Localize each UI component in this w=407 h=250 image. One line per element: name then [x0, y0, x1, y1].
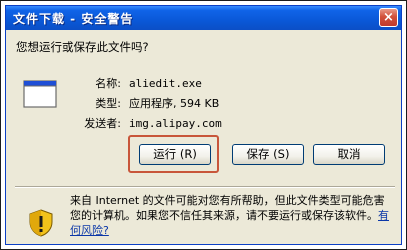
- file-from-row: 发送者: img.alipay.com: [81, 115, 222, 131]
- security-shield-icon: [29, 209, 53, 237]
- file-name-row: 名称: aliedit.exe: [81, 75, 202, 91]
- file-from-value: img.alipay.com: [129, 117, 222, 130]
- file-type-row: 类型: 应用程序, 594 KB: [81, 95, 219, 111]
- close-icon: ×: [383, 10, 394, 25]
- screenshot-frame: 文件下载 - 安全警告 × 您想运行或保存此文件吗? 名称: aliedit.ex…: [0, 0, 407, 250]
- cancel-button[interactable]: 取消: [313, 144, 385, 165]
- file-name-value: aliedit.exe: [129, 77, 202, 90]
- file-download-dialog: 文件下载 - 安全警告 × 您想运行或保存此文件吗? 名称: aliedit.ex…: [5, 5, 402, 245]
- file-type-label: 类型:: [95, 97, 121, 110]
- dialog-title: 文件下载 - 安全警告: [13, 12, 134, 26]
- close-button[interactable]: ×: [379, 8, 398, 27]
- file-from-label: 发送者:: [84, 117, 121, 130]
- file-name-label: 名称:: [95, 77, 121, 90]
- title-bar[interactable]: 文件下载 - 安全警告 ×: [6, 6, 401, 30]
- run-button[interactable]: 运行 (R): [139, 144, 211, 165]
- file-type-value: 应用程序, 594 KB: [129, 97, 220, 110]
- question-text: 您想运行或保存此文件吗?: [16, 40, 149, 54]
- save-button[interactable]: 保存 (S): [232, 144, 304, 165]
- separator: [15, 186, 395, 188]
- warning-text: 来自 Internet 的文件可能对您有所帮助，但此文件类型可能危害您的计算机。…: [70, 193, 395, 238]
- warning-message: 来自 Internet 的文件可能对您有所帮助，但此文件类型可能危害您的计算机。…: [70, 194, 385, 222]
- application-icon: [23, 80, 57, 108]
